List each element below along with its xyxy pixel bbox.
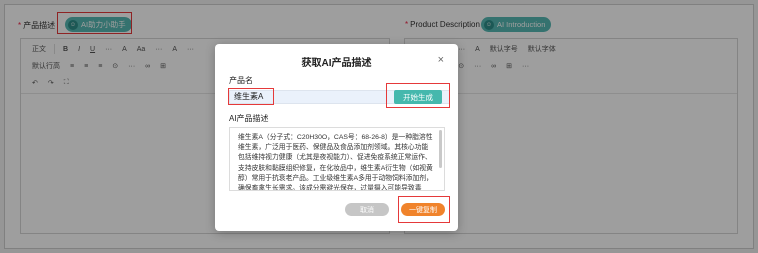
product-name-label: 产品名 xyxy=(229,76,253,85)
cancel-button[interactable]: 取消 xyxy=(345,203,389,216)
highlight-box-generate xyxy=(386,83,450,108)
description-scrollbar[interactable] xyxy=(439,130,442,168)
dialog-title: 获取AI产品描述 xyxy=(301,58,372,69)
highlight-box-copy xyxy=(398,196,450,223)
highlight-box-name-input xyxy=(228,88,274,105)
close-icon[interactable]: × xyxy=(438,54,444,66)
ai-description-textarea[interactable]: 维生素A（分子式：C20H30O，CAS号：68-26-8）是一种脂溶性维生素，… xyxy=(229,127,445,191)
ai-description-label: AI产品描述 xyxy=(229,114,269,123)
